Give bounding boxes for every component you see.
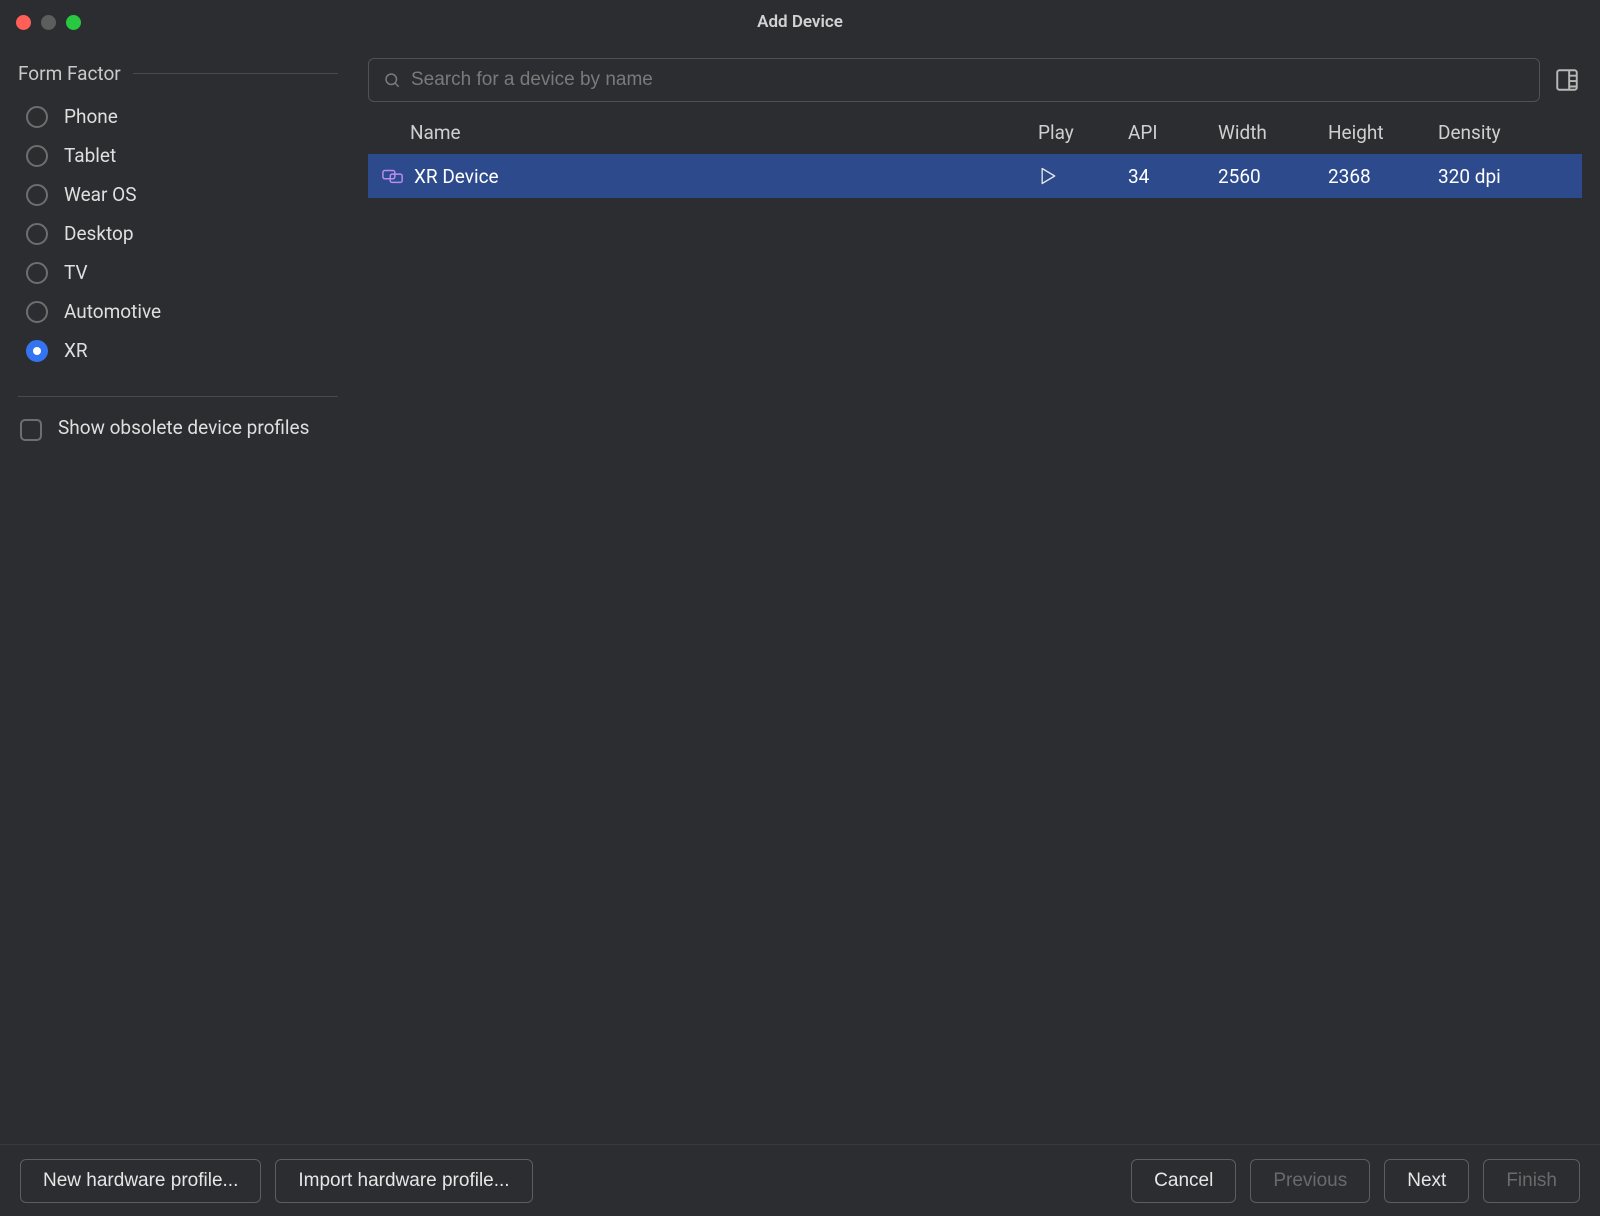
radio-icon <box>26 145 48 167</box>
cell-api: 34 <box>1128 165 1218 188</box>
form-factor-option-wearos[interactable]: Wear OS <box>26 177 338 212</box>
cell-density: 320 dpi <box>1438 165 1568 188</box>
dialog-footer: New hardware profile... Import hardware … <box>0 1144 1600 1216</box>
radio-icon <box>26 223 48 245</box>
titlebar: Add Device <box>0 0 1600 44</box>
sidebar: Form Factor Phone Tablet Wear OS <box>0 44 356 1144</box>
cell-name: XR Device <box>382 165 1038 188</box>
cell-play <box>1038 165 1128 187</box>
checkbox-label: Show obsolete device profiles <box>58 415 309 442</box>
previous-button[interactable]: Previous <box>1250 1159 1370 1203</box>
next-button[interactable]: Next <box>1384 1159 1469 1203</box>
radio-icon <box>26 301 48 323</box>
search-icon <box>383 71 401 89</box>
form-factor-header: Form Factor <box>18 62 338 85</box>
form-factor-option-tablet[interactable]: Tablet <box>26 138 338 173</box>
radio-label: Automotive <box>64 300 161 323</box>
window-minimize-button[interactable] <box>41 15 56 30</box>
main-panel: Name Play API Width Height Density <box>356 44 1600 1144</box>
window-maximize-button[interactable] <box>66 15 81 30</box>
radio-label: Desktop <box>64 222 134 245</box>
window-close-button[interactable] <box>16 15 31 30</box>
table-row[interactable]: XR Device 34 2560 2368 320 dpi <box>368 154 1582 198</box>
play-store-icon <box>1038 165 1128 187</box>
divider <box>18 396 338 397</box>
table-header: Name Play API Width Height Density <box>368 110 1582 154</box>
finish-button[interactable]: Finish <box>1483 1159 1580 1203</box>
toggle-details-button[interactable] <box>1552 65 1582 95</box>
radio-label: XR <box>64 339 88 362</box>
cell-height: 2368 <box>1328 165 1438 188</box>
column-header-width[interactable]: Width <box>1218 121 1328 144</box>
import-hardware-profile-button[interactable]: Import hardware profile... <box>275 1159 532 1203</box>
dialog-window: Add Device Form Factor Phone Tablet Wear <box>0 0 1600 1216</box>
radio-label: Wear OS <box>64 183 136 206</box>
radio-icon <box>26 262 48 284</box>
device-table: Name Play API Width Height Density <box>368 110 1582 1144</box>
form-factor-radio-group: Phone Tablet Wear OS Desktop TV <box>26 99 338 368</box>
form-factor-option-desktop[interactable]: Desktop <box>26 216 338 251</box>
cell-name-text: XR Device <box>414 165 499 188</box>
radio-icon <box>26 340 48 362</box>
cancel-button[interactable]: Cancel <box>1131 1159 1236 1203</box>
search-box[interactable] <box>368 58 1540 102</box>
cell-width: 2560 <box>1218 165 1328 188</box>
window-title: Add Device <box>757 12 843 32</box>
form-factor-title: Form Factor <box>18 62 121 85</box>
radio-label: Tablet <box>64 144 116 167</box>
show-obsolete-checkbox[interactable]: Show obsolete device profiles <box>20 415 338 442</box>
column-header-play[interactable]: Play <box>1038 121 1128 144</box>
window-controls <box>0 15 81 30</box>
column-header-density[interactable]: Density <box>1438 121 1568 144</box>
divider <box>133 73 338 74</box>
radio-label: Phone <box>64 105 118 128</box>
form-factor-option-phone[interactable]: Phone <box>26 99 338 134</box>
new-hardware-profile-button[interactable]: New hardware profile... <box>20 1159 261 1203</box>
form-factor-option-xr[interactable]: XR <box>26 333 338 368</box>
radio-icon <box>26 106 48 128</box>
search-row <box>368 58 1582 102</box>
column-header-height[interactable]: Height <box>1328 121 1438 144</box>
form-factor-option-tv[interactable]: TV <box>26 255 338 290</box>
form-factor-option-automotive[interactable]: Automotive <box>26 294 338 329</box>
checkbox-icon <box>20 419 42 441</box>
column-header-api[interactable]: API <box>1128 121 1218 144</box>
radio-label: TV <box>64 261 88 284</box>
search-input[interactable] <box>411 69 1525 91</box>
column-header-name[interactable]: Name <box>382 121 1038 144</box>
xr-device-icon <box>382 167 404 185</box>
dialog-body: Form Factor Phone Tablet Wear OS <box>0 44 1600 1144</box>
radio-icon <box>26 184 48 206</box>
